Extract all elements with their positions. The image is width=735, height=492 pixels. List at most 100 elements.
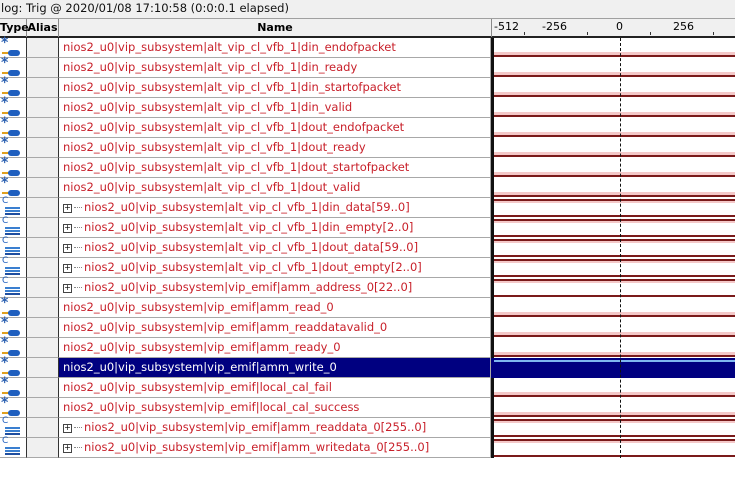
waveform-cell[interactable] [491, 258, 735, 278]
alias-cell[interactable] [27, 178, 59, 198]
waveform-cell[interactable] [491, 358, 735, 378]
name-cell[interactable]: nios2_u0|vip_subsystem|alt_vip_cl_vfb_1|… [59, 98, 491, 118]
waveform-cell[interactable] [491, 198, 735, 218]
signal-row[interactable]: * nios2_u0|vip_subsystem|vip_emif|local_c… [0, 395, 735, 418]
name-cell[interactable]: nios2_u0|vip_subsystem|alt_vip_cl_vfb_1|… [59, 78, 491, 98]
waveform-cell[interactable] [491, 58, 735, 78]
alias-cell[interactable] [27, 398, 59, 418]
alias-cell[interactable] [27, 418, 59, 438]
expand-icon[interactable]: + [63, 264, 72, 273]
alias-cell[interactable] [27, 198, 59, 218]
alias-cell[interactable] [27, 338, 59, 358]
name-cell[interactable]: nios2_u0|vip_subsystem|alt_vip_cl_vfb_1|… [59, 138, 491, 158]
name-cell[interactable]: nios2_u0|vip_subsystem|alt_vip_cl_vfb_1|… [59, 178, 491, 198]
alias-cell[interactable] [27, 118, 59, 138]
waveform-cell[interactable] [491, 438, 735, 458]
signal-row[interactable]: C + nios2_u0|vip_subsystem|vip_emif|amm_ad… [0, 276, 735, 298]
signal-row[interactable]: * nios2_u0|vip_subsystem|alt_vip_cl_vfb_1… [0, 175, 735, 198]
name-cell[interactable]: nios2_u0|vip_subsystem|alt_vip_cl_vfb_1|… [59, 118, 491, 138]
waveform-cell[interactable] [491, 418, 735, 438]
alias-cell[interactable] [27, 278, 59, 298]
waveform-cell[interactable] [491, 178, 735, 198]
alias-cell[interactable] [27, 318, 59, 338]
expand-icon[interactable]: + [63, 284, 72, 293]
name-cell[interactable]: + nios2_u0|vip_subsystem|vip_emif|amm_rea… [59, 418, 491, 438]
name-cell[interactable]: + nios2_u0|vip_subsystem|alt_vip_cl_vfb_1… [59, 218, 491, 238]
signal-row[interactable]: * nios2_u0|vip_subsystem|alt_vip_cl_vfb_1… [0, 135, 735, 158]
alias-cell[interactable] [27, 138, 59, 158]
alias-cell[interactable] [27, 98, 59, 118]
trigger-cursor[interactable] [620, 38, 621, 458]
alias-cell[interactable] [27, 218, 59, 238]
name-cell[interactable]: nios2_u0|vip_subsystem|vip_emif|amm_read… [59, 298, 491, 318]
signal-row[interactable]: C + nios2_u0|vip_subsystem|alt_vip_cl_vfb_… [0, 256, 735, 278]
name-cell[interactable]: nios2_u0|vip_subsystem|vip_emif|amm_read… [59, 318, 491, 338]
alias-cell[interactable] [27, 298, 59, 318]
alias-cell[interactable] [27, 78, 59, 98]
alias-cell[interactable] [27, 238, 59, 258]
name-cell[interactable]: nios2_u0|vip_subsystem|alt_vip_cl_vfb_1|… [59, 38, 491, 58]
alias-cell[interactable] [27, 378, 59, 398]
waveform-cell[interactable] [491, 338, 735, 358]
signal-row[interactable]: C + nios2_u0|vip_subsystem|alt_vip_cl_vfb_… [0, 196, 735, 218]
waveform-line [494, 395, 735, 397]
name-cell[interactable]: + nios2_u0|vip_subsystem|vip_emif|amm_wri… [59, 438, 491, 458]
expand-icon[interactable]: + [63, 244, 72, 253]
waveform-cell[interactable] [491, 78, 735, 98]
name-cell[interactable]: + nios2_u0|vip_subsystem|vip_emif|amm_add… [59, 278, 491, 298]
name-cell[interactable]: nios2_u0|vip_subsystem|vip_emif|local_ca… [59, 398, 491, 418]
alias-cell[interactable] [27, 38, 59, 58]
waveform-line [494, 279, 735, 281]
signal-row[interactable]: * nios2_u0|vip_subsystem|vip_emif|amm_wri… [0, 355, 735, 378]
alias-cell[interactable] [27, 438, 59, 458]
expand-icon[interactable]: + [63, 424, 72, 433]
tick-mark [524, 32, 525, 35]
waveform-cell[interactable] [491, 118, 735, 138]
signal-row[interactable]: * nios2_u0|vip_subsystem|alt_vip_cl_vfb_1… [0, 95, 735, 118]
waveform-cell[interactable] [491, 378, 735, 398]
name-cell[interactable]: + nios2_u0|vip_subsystem|alt_vip_cl_vfb_1… [59, 198, 491, 218]
signal-row[interactable]: * nios2_u0|vip_subsystem|alt_vip_cl_vfb_1… [0, 35, 735, 58]
column-name[interactable]: Name [59, 19, 492, 37]
name-cell[interactable]: + nios2_u0|vip_subsystem|alt_vip_cl_vfb_1… [59, 238, 491, 258]
alias-cell[interactable] [27, 258, 59, 278]
alias-cell[interactable] [27, 58, 59, 78]
waveform-line [494, 175, 735, 177]
signal-row[interactable]: C + nios2_u0|vip_subsystem|vip_emif|amm_re… [0, 416, 735, 438]
expand-icon[interactable]: + [63, 444, 72, 453]
waveform-cell[interactable] [491, 278, 735, 298]
expand-icon[interactable]: + [63, 224, 72, 233]
name-cell[interactable]: nios2_u0|vip_subsystem|alt_vip_cl_vfb_1|… [59, 158, 491, 178]
time-axis[interactable]: -512 -256 0 256 [492, 19, 735, 37]
signal-row[interactable]: * nios2_u0|vip_subsystem|alt_vip_cl_vfb_1… [0, 75, 735, 98]
signal-row[interactable]: * nios2_u0|vip_subsystem|vip_emif|amm_rea… [0, 335, 735, 358]
signal-row[interactable]: C + nios2_u0|vip_subsystem|vip_emif|amm_wr… [0, 436, 735, 458]
name-cell[interactable]: nios2_u0|vip_subsystem|vip_emif|amm_writ… [59, 358, 491, 378]
signal-name: nios2_u0|vip_subsystem|alt_vip_cl_vfb_1|… [63, 180, 361, 194]
signal-row[interactable]: * nios2_u0|vip_subsystem|vip_emif|local_c… [0, 375, 735, 398]
waveform-cell[interactable] [491, 138, 735, 158]
name-cell[interactable]: + nios2_u0|vip_subsystem|alt_vip_cl_vfb_1… [59, 258, 491, 278]
signal-row[interactable]: C + nios2_u0|vip_subsystem|alt_vip_cl_vfb_… [0, 216, 735, 238]
expand-icon[interactable]: + [63, 204, 72, 213]
waveform-cell[interactable] [491, 38, 735, 58]
waveform-cell[interactable] [491, 98, 735, 118]
signal-row[interactable]: * nios2_u0|vip_subsystem|vip_emif|amm_rea… [0, 295, 735, 318]
waveform-cell[interactable] [491, 238, 735, 258]
waveform-cell[interactable] [491, 218, 735, 238]
waveform-cell[interactable] [491, 318, 735, 338]
signal-row[interactable]: * nios2_u0|vip_subsystem|alt_vip_cl_vfb_1… [0, 115, 735, 138]
waveform-cell[interactable] [491, 158, 735, 178]
alias-cell[interactable] [27, 358, 59, 378]
column-alias[interactable]: Alias [27, 19, 59, 37]
alias-cell[interactable] [27, 158, 59, 178]
signal-row[interactable]: C + nios2_u0|vip_subsystem|alt_vip_cl_vfb_… [0, 236, 735, 258]
name-cell[interactable]: nios2_u0|vip_subsystem|vip_emif|local_ca… [59, 378, 491, 398]
signal-row[interactable]: * nios2_u0|vip_subsystem|alt_vip_cl_vfb_1… [0, 55, 735, 78]
signal-row[interactable]: * nios2_u0|vip_subsystem|vip_emif|amm_rea… [0, 315, 735, 338]
name-cell[interactable]: nios2_u0|vip_subsystem|alt_vip_cl_vfb_1|… [59, 58, 491, 78]
waveform-cell[interactable] [491, 398, 735, 418]
name-cell[interactable]: nios2_u0|vip_subsystem|vip_emif|amm_read… [59, 338, 491, 358]
waveform-cell[interactable] [491, 298, 735, 318]
signal-row[interactable]: * nios2_u0|vip_subsystem|alt_vip_cl_vfb_1… [0, 155, 735, 178]
